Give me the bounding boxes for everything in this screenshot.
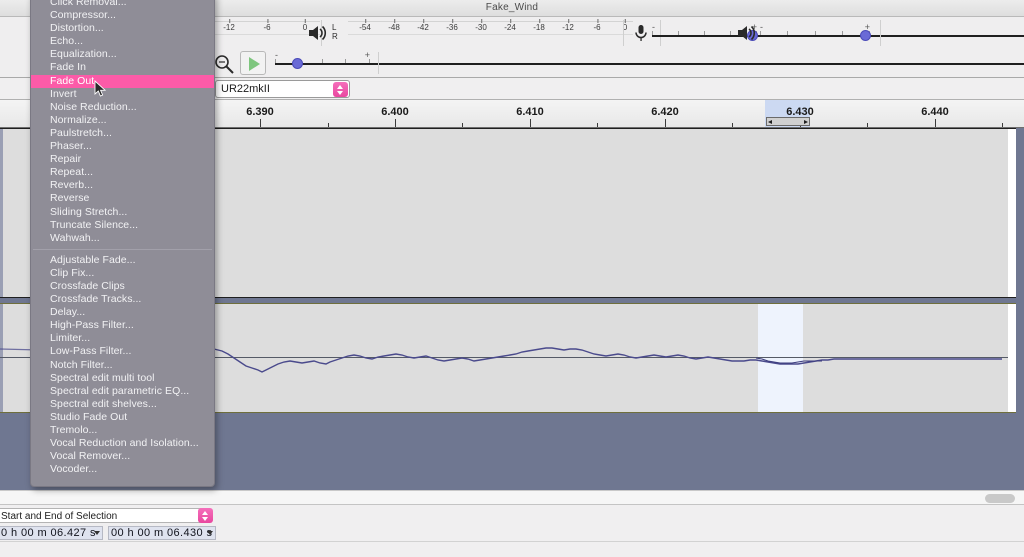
status-bar <box>0 541 1024 557</box>
effect-menu-item[interactable]: Fade Out <box>31 74 214 88</box>
effect-menu-item[interactable]: Paulstretch... <box>31 127 214 140</box>
effect-menu-item[interactable]: Spectral edit shelves... <box>31 398 214 411</box>
effect-menu-item[interactable]: Notch Filter... <box>31 359 214 372</box>
selection-mode-label[interactable]: Start and End of Selection <box>0 508 208 523</box>
menu-divider <box>33 248 212 250</box>
effect-menu-item[interactable]: Reverb... <box>31 179 214 192</box>
effect-menu-item[interactable]: Reverse <box>31 192 214 205</box>
channel-label-l: L <box>332 23 337 32</box>
meter-tick: -42 <box>417 19 429 32</box>
effect-menu-item[interactable]: Vocoder... <box>31 463 214 476</box>
effect-menu-item[interactable]: Crossfade Clips <box>31 280 214 293</box>
effect-menu-item[interactable]: Repeat... <box>31 166 214 179</box>
meter-tick: -54 <box>359 19 371 32</box>
ruler-label: 6.440 <box>921 106 949 118</box>
output-volume-knob[interactable] <box>860 30 871 41</box>
selection-end-field[interactable]: 00 h 00 m 06.430 s <box>108 526 216 540</box>
effect-menu-item[interactable]: Wahwah... <box>31 232 214 245</box>
effect-menu-item[interactable]: Clip Fix... <box>31 267 214 280</box>
track-right-margin <box>1008 129 1016 297</box>
selection-start-value: 0 h 00 m 06.427 s <box>1 527 96 539</box>
effect-menu-item[interactable]: Adjustable Fade... <box>31 254 214 267</box>
effect-menu-item[interactable]: Equalization... <box>31 48 214 61</box>
microphone-icon <box>630 23 652 43</box>
playback-speed-knob[interactable] <box>292 58 303 69</box>
playback-speed-slider[interactable]: - + <box>275 50 1024 73</box>
meter-tick: -12 <box>223 19 235 32</box>
selection-toolbar: Start and End of Selection 0 h 00 m 06.4… <box>0 504 1024 541</box>
selection-end-value: 00 h 00 m 06.430 s <box>111 527 213 539</box>
chevron-down-icon[interactable] <box>94 531 100 535</box>
effect-menu-item[interactable]: Spectral edit parametric EQ... <box>31 385 214 398</box>
effect-menu-item[interactable]: Spectral edit multi tool <box>31 372 214 385</box>
effect-menu-item[interactable]: Invert <box>31 88 214 101</box>
play-triangle-icon <box>249 57 260 71</box>
effect-menu-item[interactable]: Phaser... <box>31 140 214 153</box>
effect-menu-item[interactable]: High-Pass Filter... <box>31 319 214 332</box>
input-device-stepper-icon[interactable] <box>333 82 348 97</box>
effect-menu-item[interactable]: Noise Reduction... <box>31 101 214 114</box>
zoom-tool-icon[interactable] <box>212 52 234 74</box>
channel-labels: L R <box>332 23 338 41</box>
meter-tick: -12 <box>562 19 574 32</box>
audacity-window: Fake_Wind -12 -6 0 L R -54 -48 -42 -36 -… <box>0 0 1024 557</box>
effect-menu-item[interactable]: Delay... <box>31 306 214 319</box>
meter-tick: -30 <box>475 19 487 32</box>
effect-menu-item[interactable]: Normalize... <box>31 114 214 127</box>
horizontal-scrollbar[interactable] <box>0 490 1024 504</box>
recording-meter[interactable]: -12 -6 0 <box>215 17 320 49</box>
selection-mode-stepper-icon[interactable] <box>198 508 213 523</box>
meter-tick: -48 <box>388 19 400 32</box>
effect-menu-item[interactable]: Truncate Silence... <box>31 219 214 232</box>
input-device-value: UR22mkII <box>221 83 270 95</box>
mouse-cursor-icon <box>94 79 107 98</box>
ruler-label: 6.410 <box>516 106 544 118</box>
effect-menu-item[interactable]: Crossfade Tracks... <box>31 293 214 306</box>
effect-menu-item[interactable]: Tremolo... <box>31 424 214 437</box>
effect-menu-item[interactable]: Compressor... <box>31 9 214 22</box>
scrollbar-thumb[interactable] <box>985 494 1015 503</box>
chevron-down-icon[interactable] <box>207 531 213 535</box>
selection-drag-handle[interactable] <box>766 117 810 126</box>
effect-menu-item[interactable]: Vocal Remover... <box>31 450 214 463</box>
selection-start-field[interactable]: 0 h 00 m 06.427 s <box>0 526 103 540</box>
effect-menu-item[interactable]: Fade In <box>31 61 214 74</box>
ruler-label: 6.400 <box>381 106 409 118</box>
ruler-label: 6.390 <box>246 106 274 118</box>
effect-menu-item[interactable]: Vocal Reduction and Isolation... <box>31 437 214 450</box>
track-right-margin <box>1008 304 1016 412</box>
effect-menu-item[interactable]: Limiter... <box>31 332 214 345</box>
effect-menu-group-plugins: Adjustable Fade... Clip Fix... Crossfade C… <box>31 254 214 477</box>
track-left-edge <box>0 129 3 297</box>
output-volume-slider[interactable]: - + <box>760 22 1024 45</box>
effect-menu-item[interactable]: Echo... <box>31 35 214 48</box>
effect-menu-group-builtin: Click Removal... Compressor... Distortion.… <box>31 0 214 245</box>
play-button[interactable] <box>240 51 266 75</box>
meter-tick: -6 <box>263 19 271 32</box>
effect-menu-item[interactable]: Click Removal... <box>31 0 214 9</box>
meter-tick: -24 <box>504 19 516 32</box>
meter-tick: -36 <box>446 19 458 32</box>
meter-tick: -18 <box>533 19 545 32</box>
effect-menu-item[interactable]: Sliding Stretch... <box>31 206 214 219</box>
input-device-select[interactable]: UR22mkII <box>215 80 350 98</box>
effect-menu-item[interactable]: Distortion... <box>31 22 214 35</box>
ruler-label: 6.420 <box>651 106 679 118</box>
effect-menu-item[interactable]: Low-Pass Filter... <box>31 345 214 358</box>
effect-menu-item[interactable]: Repair <box>31 153 214 166</box>
playback-meter[interactable]: -54 -48 -42 -36 -30 -24 -18 -12 -6 0 <box>348 17 633 49</box>
effect-menu[interactable]: Click Removal... Compressor... Distortion.… <box>30 0 215 487</box>
speaker-icon <box>306 23 328 43</box>
meter-tick: -6 <box>593 19 601 32</box>
channel-label-r: R <box>332 32 338 41</box>
effect-menu-item[interactable]: Studio Fade Out <box>31 411 214 424</box>
output-speaker-icon <box>735 23 757 43</box>
